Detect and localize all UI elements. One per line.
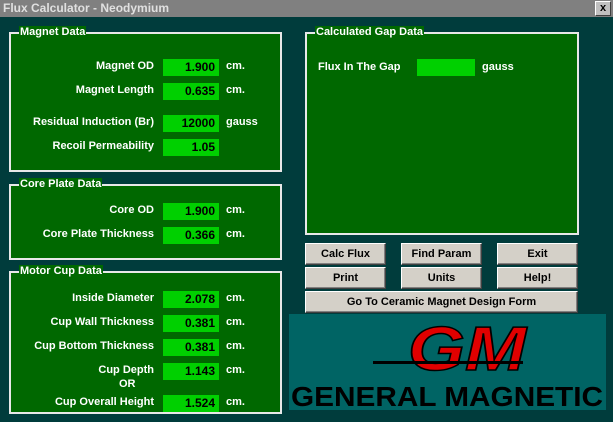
inside-diameter-unit: cm. [226,292,245,304]
cup-overall-height-label: Cup Overall Height [54,396,154,408]
cup-bottom-thickness-input[interactable]: 0.381 [163,339,219,356]
motor-cup-data-panel: Motor Cup Data Inside Diameter 2.078 cm.… [9,265,282,414]
core-plate-thickness-label: Core Plate Thickness [42,228,154,240]
magnet-od-unit: cm. [226,60,245,72]
logo-wordmark: GENERAL MAGNETIC [291,381,603,410]
cup-depth-input[interactable]: 1.143 [163,363,219,380]
window-title: Flux Calculator - Neodymium [3,1,170,15]
logo-graphic: GM GENERAL MAGNETIC [291,314,603,410]
cup-bottom-thickness-unit: cm. [226,340,245,352]
or-label: OR [119,378,136,390]
inside-diameter-label: Inside Diameter [72,292,154,304]
title-bar: Flux Calculator - Neodymium x [0,0,613,17]
inside-diameter-input[interactable]: 2.078 [163,291,219,308]
close-button[interactable]: x [595,1,611,16]
cup-bottom-thickness-label: Cup Bottom Thickness [34,340,154,352]
cup-wall-thickness-label: Cup Wall Thickness [50,316,154,328]
calc-flux-button[interactable]: Calc Flux [305,243,386,265]
core-od-unit: cm. [226,204,245,216]
calculated-gap-data-panel: Calculated Gap Data Flux In The Gap gaus… [305,26,579,235]
flux-in-gap-unit: gauss [482,61,514,73]
motor-cup-data-legend: Motor Cup Data [19,265,103,277]
core-od-label: Core OD [109,204,154,216]
cup-wall-thickness-unit: cm. [226,316,245,328]
magnet-od-label: Magnet OD [95,60,154,72]
cup-depth-label: Cup Depth [98,364,154,376]
recoil-permeability-input[interactable]: 1.05 [163,139,219,156]
ceramic-magnet-form-button[interactable]: Go To Ceramic Magnet Design Form [305,291,578,313]
magnet-data-panel: Magnet Data Magnet OD 1.900 cm. Magnet L… [9,26,282,172]
magnet-length-label: Magnet Length [75,84,154,96]
help-button[interactable]: Help! [497,267,578,289]
cup-wall-thickness-input[interactable]: 0.381 [163,315,219,332]
recoil-permeability-label: Recoil Permeability [52,140,155,152]
cup-overall-height-unit: cm. [226,396,245,408]
print-button[interactable]: Print [305,267,386,289]
core-plate-thickness-input[interactable]: 0.366 [163,227,219,244]
exit-button[interactable]: Exit [497,243,578,265]
core-plate-data-legend: Core Plate Data [19,178,103,190]
cup-overall-height-input[interactable]: 1.524 [163,395,219,412]
core-plate-data-panel: Core Plate Data Core OD 1.900 cm. Core P… [9,178,282,260]
core-plate-thickness-unit: cm. [226,228,245,240]
magnet-od-input[interactable]: 1.900 [163,59,219,76]
magnet-data-legend: Magnet Data [19,26,87,38]
cup-depth-unit: cm. [226,364,245,376]
residual-induction-label: Residual Induction (Br) [33,116,154,128]
logo-monogram: GM [408,315,528,384]
find-param-button[interactable]: Find Param [401,243,482,265]
residual-induction-input[interactable]: 12000 [163,115,219,132]
general-magnetic-logo: GM GENERAL MAGNETIC [289,314,606,410]
flux-in-gap-output [417,59,475,76]
units-button[interactable]: Units [401,267,482,289]
flux-calculator-window: Flux Calculator - Neodymium x Magnet Dat… [0,0,613,422]
magnet-length-input[interactable]: 0.635 [163,83,219,100]
magnet-length-unit: cm. [226,84,245,96]
core-od-input[interactable]: 1.900 [163,203,219,220]
flux-in-gap-label: Flux In The Gap [318,61,401,73]
calculated-gap-data-legend: Calculated Gap Data [315,26,424,38]
residual-induction-unit: gauss [226,116,258,128]
